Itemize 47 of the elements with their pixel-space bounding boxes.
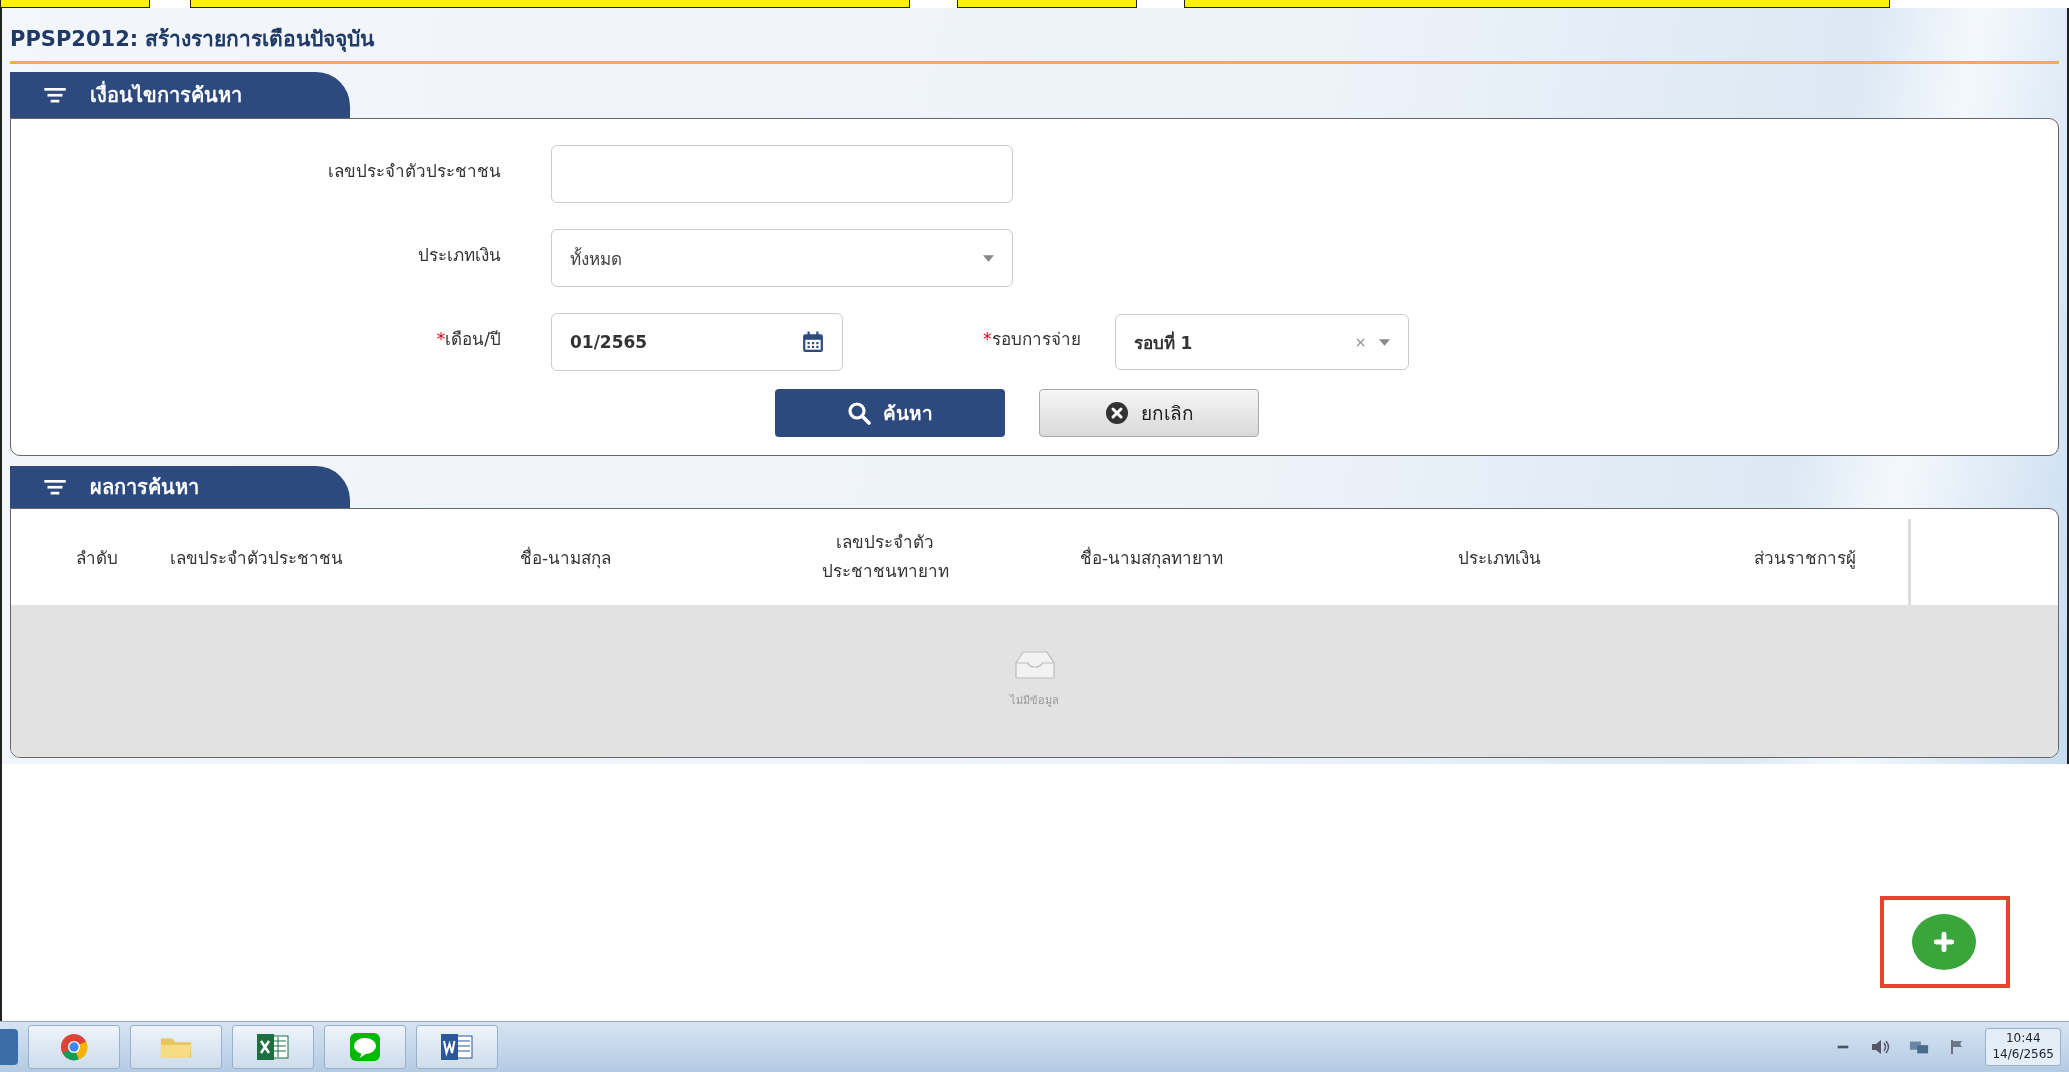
column-header: ชื่อ-นามสกุล — [520, 545, 613, 571]
section-title: เงื่อนไขการค้นหา — [90, 80, 242, 109]
calendar-icon[interactable] — [802, 331, 824, 353]
browser-icon — [59, 1033, 89, 1061]
select-field[interactable]: รอบที่ 1 × — [1114, 314, 1409, 370]
column-header: ชื่อ-นามสกุลทายาท — [1080, 545, 1225, 571]
section-title: ผลการค้นหา — [90, 474, 199, 501]
column-header: เลขประจำตัวประชาชน — [170, 546, 344, 570]
column-header: ประเภทเงิน — [1458, 546, 1542, 570]
chat-icon — [350, 1033, 380, 1061]
select-field[interactable]: ทั้งหมด — [551, 229, 1013, 287]
taskbar-app[interactable] — [232, 1025, 314, 1069]
taskbar-app[interactable] — [416, 1025, 498, 1069]
clock[interactable]: 10:44 14/6/2565 — [1985, 1028, 2061, 1066]
plus-icon — [1933, 931, 1955, 953]
search-button[interactable]: ค้นหา — [775, 389, 1005, 437]
taskbar-app[interactable] — [28, 1025, 120, 1069]
date-field[interactable]: 01/2565 — [551, 313, 843, 371]
empty-message: ไม่มีข้อมูล — [1010, 693, 1059, 709]
clock-time: 10:44 — [2005, 1031, 2041, 1047]
caret-icon — [983, 254, 994, 262]
field-label: *เดือน/ปี — [435, 328, 501, 351]
select-value: ทั้งหมด — [570, 246, 622, 271]
column-header: ลำดับ — [76, 546, 119, 570]
column-header: เลขประจำตัว ประชาชนทายาท — [820, 531, 950, 583]
column-header: ส่วนราชการผู้ — [1754, 546, 1857, 571]
select-value: รอบที่ 1 — [1133, 330, 1193, 355]
inbox-icon — [1014, 651, 1055, 679]
document-icon — [440, 1033, 474, 1061]
search-icon — [847, 401, 871, 425]
clock-date: 14/6/2565 — [1992, 1047, 2054, 1063]
spreadsheet-icon — [256, 1033, 290, 1061]
close-icon — [1104, 401, 1129, 425]
filter-icon — [44, 479, 66, 495]
date-value: 01/2565 — [570, 332, 648, 352]
clear-icon[interactable]: × — [1354, 334, 1367, 350]
field-label: *รอบการจ่าย — [983, 328, 1081, 351]
filter-icon — [44, 87, 66, 103]
input-field[interactable] — [551, 145, 1013, 203]
caret-icon — [1378, 338, 1390, 346]
start-button[interactable] — [0, 1029, 18, 1065]
field-label: ประเภทเงิน — [417, 244, 501, 267]
network-icon[interactable] — [1909, 1039, 1930, 1055]
field-label: เลขประจำตัวประชาชน — [327, 160, 501, 183]
cancel-button[interactable]: ยกเลิก — [1039, 389, 1259, 437]
page-title: PPSP2012: สร้างรายการเตือนปัจจุบัน — [10, 26, 375, 54]
volume-icon[interactable] — [1871, 1039, 1892, 1055]
